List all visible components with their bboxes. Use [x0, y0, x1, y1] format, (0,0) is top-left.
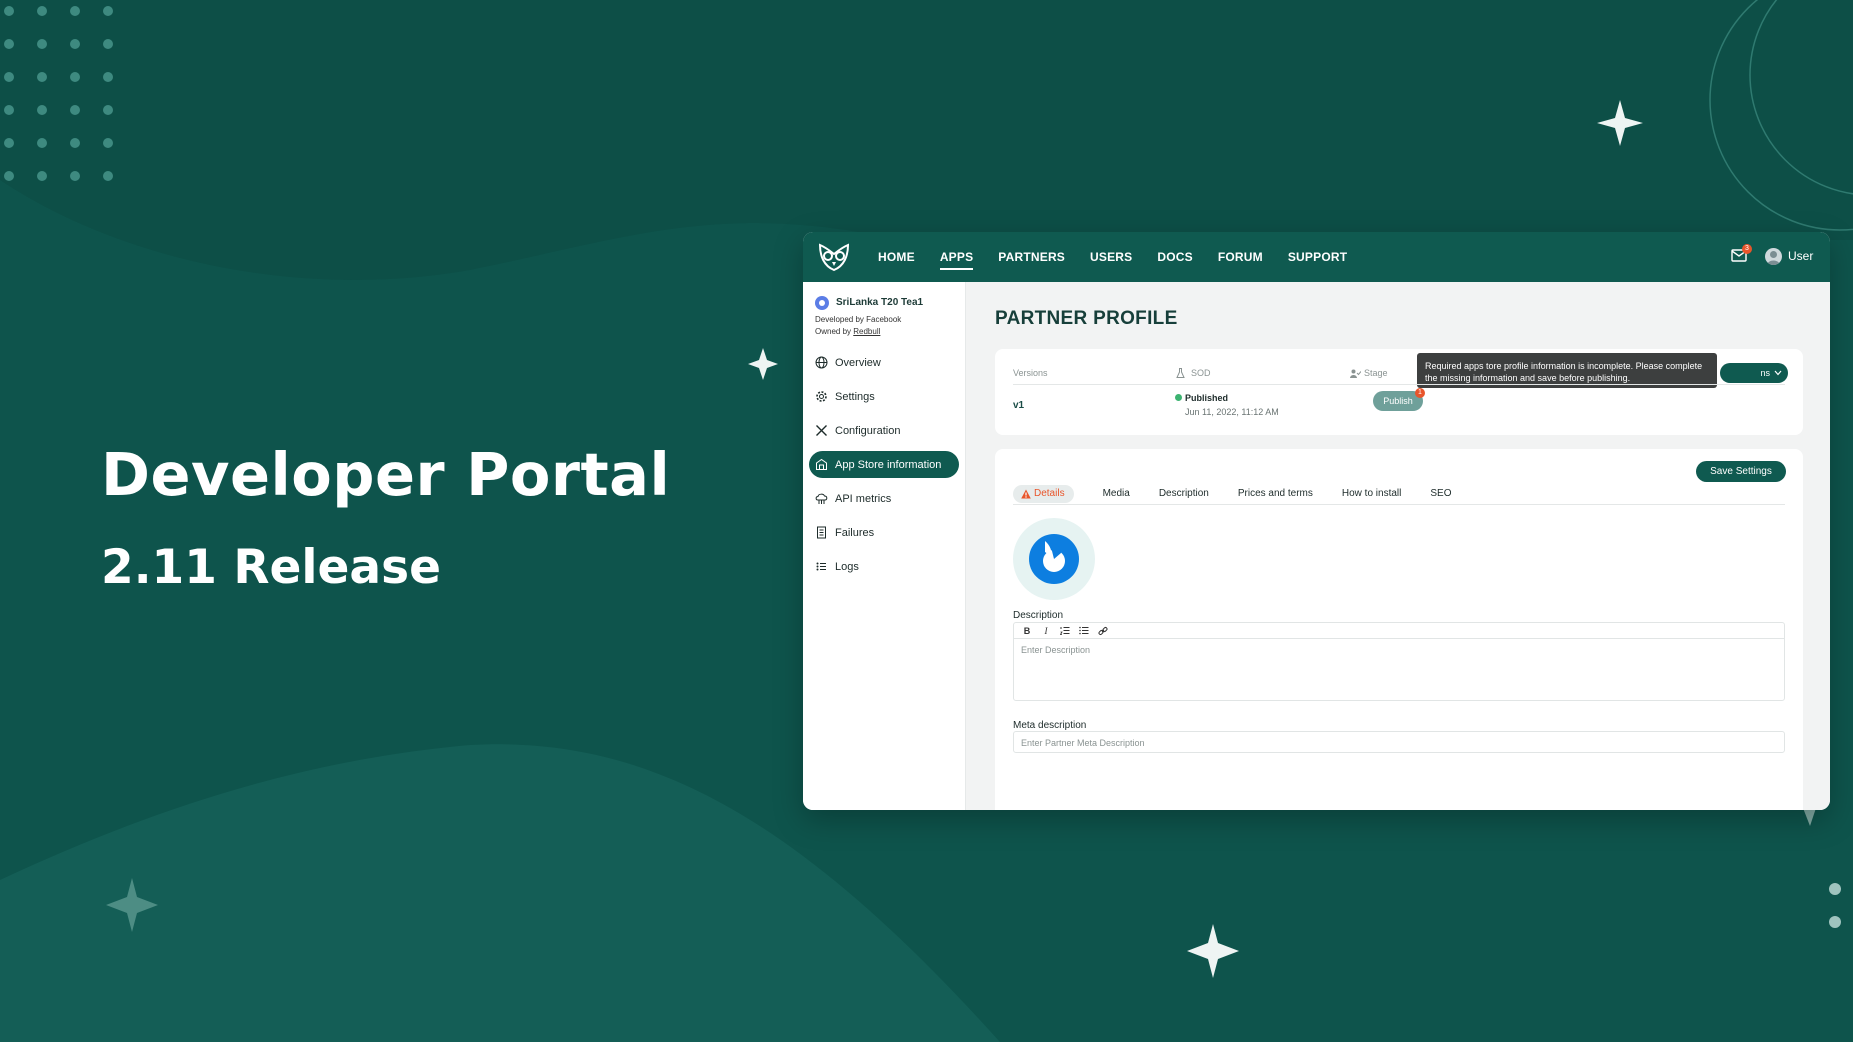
tab-prices-and-terms[interactable]: Prices and terms — [1238, 485, 1313, 503]
sod-header: SOD — [1191, 368, 1211, 378]
tab-how-to-install[interactable]: How to install — [1342, 485, 1401, 503]
version-label[interactable]: v1 — [1013, 400, 1024, 411]
sidebar-item-label: Settings — [835, 390, 875, 403]
owner-link[interactable]: Redbull — [853, 327, 880, 336]
user-icon — [1767, 251, 1780, 265]
published-status-dot — [1175, 394, 1182, 401]
tooltip-line-2: the missing information and save before … — [1425, 373, 1631, 383]
incomplete-profile-tooltip: Required apps tore profile information i… — [1417, 353, 1717, 388]
stage-header: Stage — [1364, 368, 1388, 378]
sidebar-item-label: Overview — [835, 356, 881, 369]
globe-icon — [815, 356, 828, 369]
hero-subtitle: 2.11 Release — [101, 540, 441, 595]
link-icon — [1098, 626, 1108, 635]
nav-support[interactable]: SUPPORT — [1288, 250, 1347, 264]
nav-forum[interactable]: FORUM — [1218, 250, 1263, 264]
app-logo-icon — [1029, 534, 1079, 584]
app-name: SriLanka T20 Tea1 — [836, 297, 924, 308]
chevron-down-icon — [1774, 370, 1782, 376]
description-editor[interactable]: B I Enter Description — [1013, 622, 1785, 701]
nav-docs[interactable]: DOCS — [1157, 250, 1192, 264]
sidebar: SriLanka T20 Tea1 Developed by Facebook … — [803, 282, 966, 810]
meta-description-input[interactable]: Enter Partner Meta Description — [1013, 731, 1785, 753]
developed-by: Developed by Facebook — [815, 315, 902, 324]
sidebar-item-label: Logs — [835, 560, 859, 573]
tooltip-line-1: Required apps tore profile information i… — [1425, 361, 1703, 371]
status-text: Published — [1185, 393, 1229, 403]
hero-title: Developer Portal — [101, 440, 671, 509]
nav-apps[interactable]: APPS — [939, 250, 974, 270]
flask-icon — [1176, 368, 1185, 378]
nav-home[interactable]: HOME — [878, 250, 915, 264]
sidebar-item-overview[interactable]: Overview — [809, 349, 959, 376]
sidebar-item-logs[interactable]: Logs — [809, 553, 959, 580]
actions-label: ns — [1760, 368, 1770, 378]
gear-icon — [816, 391, 827, 402]
owned-by-prefix: Owned by — [815, 327, 854, 336]
user-menu-label[interactable]: User — [1788, 249, 1813, 263]
sidebar-item-api-metrics[interactable]: API metrics — [809, 485, 959, 512]
description-label: Description — [1013, 610, 1064, 621]
meta-description-label: Meta description — [1013, 720, 1087, 731]
warning-icon — [1021, 489, 1031, 499]
store-icon — [816, 458, 827, 470]
versions-header: Versions — [1013, 368, 1048, 378]
bullet-list-button[interactable] — [1078, 625, 1090, 637]
tab-label: Details — [1034, 488, 1065, 499]
sidebar-item-failures[interactable]: Failures — [809, 519, 959, 546]
tab-media[interactable]: Media — [1103, 485, 1130, 503]
publish-warning-badge: 1 — [1415, 388, 1425, 398]
app-window: HOME APPS PARTNERS USERS DOCS FORUM SUPP… — [803, 232, 1830, 810]
sidebar-item-settings[interactable]: Settings — [809, 383, 959, 410]
owned-by: Owned by Redbull — [815, 327, 880, 336]
tab-details[interactable]: Details — [1013, 485, 1074, 503]
ordered-list-button[interactable] — [1059, 625, 1071, 637]
description-placeholder: Enter Description — [1021, 645, 1091, 655]
nav-partners[interactable]: PARTNERS — [998, 250, 1065, 264]
nav-users[interactable]: USERS — [1090, 250, 1132, 264]
main-nav: HOME APPS PARTNERS USERS DOCS FORUM SUPP… — [878, 232, 1372, 282]
details-tabs: Details Media Description Prices and ter… — [1013, 484, 1785, 505]
editor-toolbar: B I — [1014, 623, 1784, 639]
user-avatar[interactable] — [1765, 248, 1782, 265]
sidebar-item-configuration[interactable]: Configuration — [809, 417, 959, 444]
sidebar-item-app-store-information[interactable]: App Store information — [809, 451, 959, 478]
main-content: PARTNER PROFILE Versions SOD Stage ns Re… — [966, 282, 1830, 810]
app-icon — [815, 296, 829, 310]
owl-logo-icon[interactable] — [817, 242, 851, 272]
meta-description-placeholder: Enter Partner Meta Description — [1021, 738, 1145, 748]
actions-dropdown[interactable]: ns — [1720, 363, 1788, 383]
sparkle-icon — [748, 348, 778, 380]
italic-button[interactable]: I — [1040, 625, 1052, 637]
mail-badge: 3 — [1742, 244, 1752, 254]
app-logo-upload[interactable] — [1013, 518, 1095, 600]
sidebar-item-label: API metrics — [835, 492, 892, 505]
sidebar-item-label: Failures — [835, 526, 875, 539]
header-divider — [1013, 384, 1785, 385]
page-title: PARTNER PROFILE — [995, 308, 1178, 329]
bullet-list-icon — [1079, 626, 1089, 635]
sparkle-icon — [1187, 924, 1239, 978]
bold-button[interactable]: B — [1021, 625, 1033, 637]
link-button[interactable] — [1097, 625, 1109, 637]
status-date: Jun 11, 2022, 11:12 AM — [1185, 407, 1279, 417]
top-navbar: HOME APPS PARTNERS USERS DOCS FORUM SUPP… — [803, 232, 1830, 282]
versions-card: Versions SOD Stage ns Required apps tore… — [995, 349, 1803, 435]
document-icon — [817, 526, 826, 539]
tab-description[interactable]: Description — [1159, 485, 1209, 503]
ordered-list-icon — [1060, 627, 1070, 635]
cloud-metrics-icon — [815, 493, 828, 504]
sidebar-item-label: App Store information — [835, 458, 942, 471]
tools-icon — [816, 425, 827, 436]
sidebar-menu: Overview Settings Configuration App Stor… — [809, 349, 959, 587]
save-settings-button[interactable]: Save Settings — [1696, 461, 1786, 482]
user-check-icon — [1350, 369, 1361, 378]
list-icon — [816, 562, 826, 571]
sidebar-item-label: Configuration — [835, 424, 901, 437]
tab-seo[interactable]: SEO — [1430, 485, 1451, 503]
details-card: Save Settings Details Media Description … — [995, 449, 1803, 810]
